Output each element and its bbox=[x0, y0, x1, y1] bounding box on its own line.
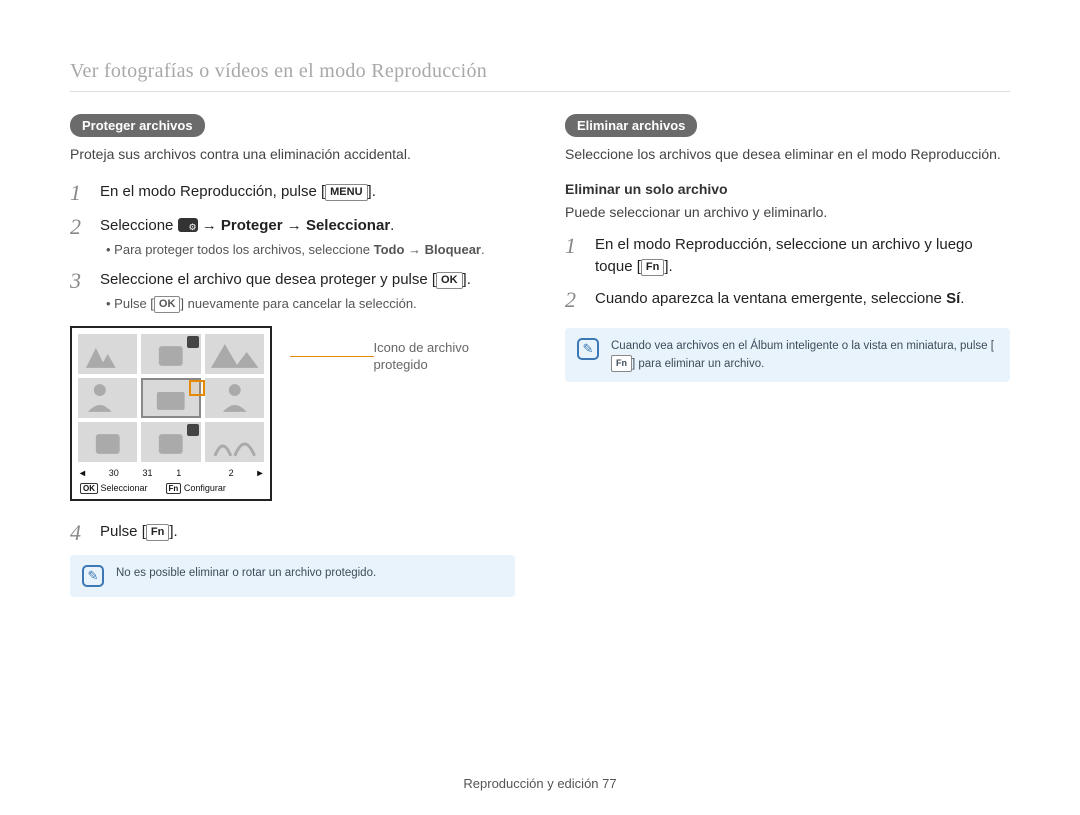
left-column: Proteger archivos Proteja sus archivos c… bbox=[70, 114, 515, 597]
fn-button-icon: Fn bbox=[166, 483, 182, 494]
protect-steps: 1 En el modo Reproducción, pulse [MENU].… bbox=[70, 181, 515, 314]
step-number: 2 bbox=[70, 215, 88, 260]
menu-button-icon: MENU bbox=[325, 184, 367, 201]
thumbnail bbox=[141, 422, 200, 462]
section-label-delete: Eliminar archivos bbox=[565, 114, 697, 137]
delete-subintro: Puede seleccionar un archivo y eliminarl… bbox=[565, 203, 1010, 223]
lcd-footer: OK Seleccionar Fn Configurar bbox=[78, 483, 264, 493]
step-text: Pulse [Fn]. bbox=[100, 521, 178, 545]
thumbnail bbox=[205, 378, 264, 418]
step-number: 4 bbox=[70, 521, 88, 545]
fn-button-icon: Fn bbox=[611, 355, 632, 372]
step-text: En el modo Reproducción, pulse [MENU]. bbox=[100, 181, 376, 205]
lock-icon bbox=[187, 336, 199, 348]
step-text: En el modo Reproducción, seleccione un a… bbox=[595, 234, 1010, 278]
columns: Proteger archivos Proteja sus archivos c… bbox=[70, 114, 1010, 597]
page-footer: Reproducción y edición 77 bbox=[0, 776, 1080, 791]
info-icon: ✎ bbox=[82, 565, 104, 587]
step-number: 1 bbox=[70, 181, 88, 205]
section-label-protect: Proteger archivos bbox=[70, 114, 205, 137]
info-note: ✎ Cuando vea archivos en el Álbum inteli… bbox=[565, 328, 1010, 382]
step-number: 3 bbox=[70, 269, 88, 314]
step-number: 1 bbox=[565, 234, 583, 278]
thumbnail bbox=[78, 378, 137, 418]
thumbnail bbox=[205, 334, 264, 374]
note-text: No es posible eliminar o rotar un archiv… bbox=[116, 565, 376, 587]
protect-steps-cont: 4 Pulse [Fn]. bbox=[70, 521, 515, 545]
fn-button-icon: Fn bbox=[641, 259, 664, 276]
thumbnail bbox=[78, 422, 137, 462]
callout-label: Icono de archivo protegido bbox=[374, 340, 515, 374]
protect-intro: Proteja sus archivos contra una eliminac… bbox=[70, 145, 515, 165]
ok-button-icon: OK bbox=[436, 272, 463, 289]
right-column: Eliminar archivos Seleccione los archivo… bbox=[565, 114, 1010, 597]
step-text: Seleccione el archivo que desea proteger… bbox=[100, 269, 471, 314]
fn-button-icon: Fn bbox=[146, 524, 169, 541]
thumbnail bbox=[141, 334, 200, 374]
chevron-right-icon: ▸ bbox=[257, 468, 262, 479]
ok-button-icon: OK bbox=[80, 483, 98, 494]
thumbnail-selected bbox=[141, 378, 200, 418]
lcd-screen: ◂ 30 31 1 2 ▸ OK Seleccionar Fn Configur… bbox=[70, 326, 272, 501]
note-text: Cuando vea archivos en el Álbum intelige… bbox=[611, 338, 998, 372]
lock-icon bbox=[187, 424, 199, 436]
ok-button-icon: OK bbox=[154, 296, 181, 313]
thumbnail bbox=[205, 422, 264, 462]
delete-steps: 1 En el modo Reproducción, seleccione un… bbox=[565, 234, 1010, 312]
settings-icon bbox=[178, 218, 198, 232]
info-note: ✎ No es posible eliminar o rotar un arch… bbox=[70, 555, 515, 597]
subsection-heading: Eliminar un solo archivo bbox=[565, 181, 1010, 197]
callout-highlight bbox=[189, 380, 205, 396]
step-number: 2 bbox=[565, 288, 583, 312]
divider bbox=[70, 91, 1010, 92]
info-icon: ✎ bbox=[577, 338, 599, 360]
chevron-left-icon: ◂ bbox=[80, 468, 85, 479]
page-title: Ver fotografías o vídeos en el modo Repr… bbox=[70, 60, 1010, 83]
lcd-date-bar: ◂ 30 31 1 2 ▸ bbox=[78, 468, 264, 479]
lcd-illustration: ◂ 30 31 1 2 ▸ OK Seleccionar Fn Configur… bbox=[70, 326, 515, 501]
delete-intro: Seleccione los archivos que desea elimin… bbox=[565, 145, 1010, 165]
step-text: Seleccione → Proteger → Seleccionar. Par… bbox=[100, 215, 485, 260]
callout-line bbox=[290, 356, 373, 357]
thumbnail bbox=[78, 334, 137, 374]
step-text: Cuando aparezca la ventana emergente, se… bbox=[595, 288, 964, 312]
